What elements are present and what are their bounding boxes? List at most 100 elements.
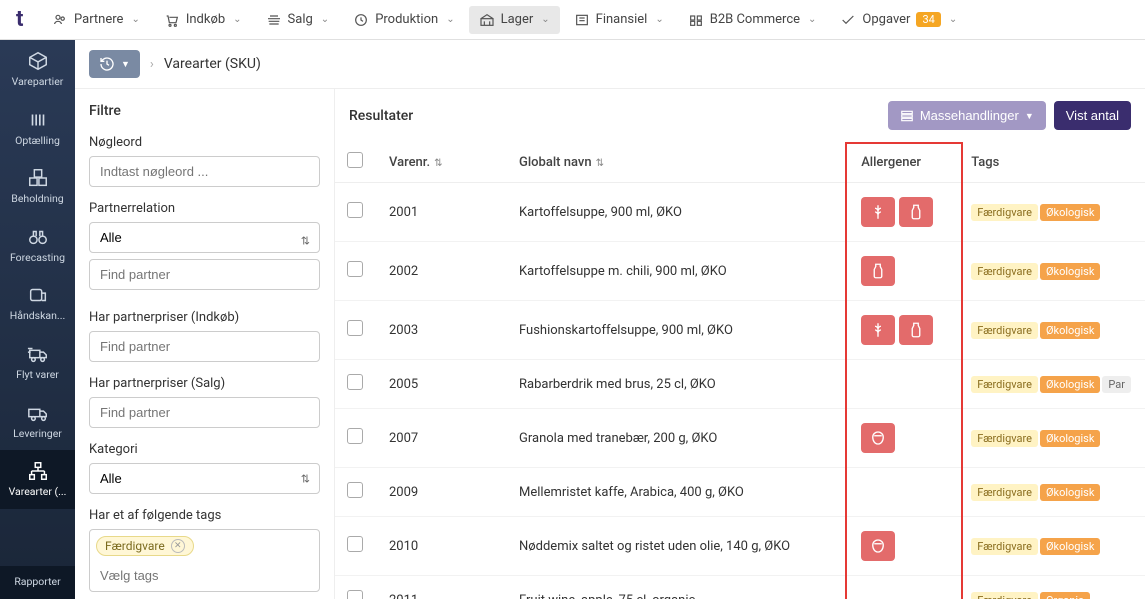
filters-title: Filtre [89,103,320,119]
top-nav: t Partnere⌄Indkøb⌄Salg⌄Produktion⌄Lager⌄… [0,0,1145,40]
cell-allergens [849,517,959,576]
sidebar-item-rapporter[interactable]: Rapporter [0,566,75,599]
chevron-down-icon: ⌄ [233,14,241,25]
cell-name: Fruit wine, apple, 75 cl, organic [507,576,849,599]
tag-pill: Færdigvare [971,204,1038,221]
row-checkbox[interactable] [347,482,363,498]
count-button[interactable]: Vist antal [1054,101,1131,130]
history-icon [99,56,115,72]
truck-fast-icon [27,343,49,365]
tag-pill: Økologisk [1040,263,1100,280]
allergen-nut-icon [861,423,895,453]
sitemap-icon [27,460,49,482]
sidebar-item-varearter-[interactable]: Varearter (... [0,450,75,509]
tag-pill: Par [1102,376,1131,393]
breadcrumb-current: Varearter (SKU) [164,56,261,72]
nav-item-produktion[interactable]: Produktion⌄ [343,6,464,34]
row-checkbox[interactable] [347,590,363,599]
chevron-down-icon: ⌄ [808,14,816,25]
tag-pill: Økologisk [1040,204,1100,221]
sidebar-item-varepartier[interactable]: Varepartier [0,40,75,99]
sidebar-item-flyt-varer[interactable]: Flyt varer [0,333,75,392]
nav-label: Opgaver [862,12,910,27]
tags-input[interactable] [92,562,317,589]
keyword-input[interactable] [89,156,320,187]
keyword-label: Nøgleord [89,135,320,150]
row-checkbox[interactable] [347,202,363,218]
category-select[interactable]: Alle [89,463,320,494]
nav-item-finansiel[interactable]: Finansiel⌄ [564,6,674,34]
sidebar-item-leveringer[interactable]: Leveringer [0,392,75,451]
nav-item-lager[interactable]: Lager⌄ [469,6,560,34]
prices-purchase-input[interactable] [89,331,320,362]
cell-tags: FærdigvareØkologisk [959,409,1145,468]
sidebar-item-h-ndskan-[interactable]: Håndskan... [0,274,75,333]
cell-varenr: 2010 [377,517,507,576]
cell-varenr: 2011 [377,576,507,599]
filters-panel: Filtre Nøgleord Partnerrelation Alle [75,89,335,599]
nav-label: Finansiel [596,12,648,27]
tag-pill: Færdigvare [971,430,1038,447]
nav-icon [840,12,856,28]
col-varenr[interactable]: Varenr.⇅ [377,142,507,183]
nav-item-partnere[interactable]: Partnere⌄ [42,6,150,34]
box-icon [27,50,49,72]
row-checkbox[interactable] [347,320,363,336]
select-all-checkbox[interactable] [347,152,363,168]
sidebar-item-label: Optælling [4,135,71,148]
cell-varenr: 2007 [377,409,507,468]
mass-actions-button[interactable]: Massehandlinger ▼ [888,101,1046,130]
nav-item-b2b-commerce[interactable]: B2B Commerce⌄ [678,6,827,34]
tags-input-container[interactable]: Færdigvare ✕ [89,529,320,592]
partner-relation-search[interactable] [89,259,320,290]
sidebar-item-opt-lling[interactable]: Optælling [0,99,75,158]
cell-varenr: 2001 [377,183,507,242]
table-row: 2001 Kartoffelsuppe, 900 ml, ØKO Færdigv… [335,183,1145,242]
tag-pill: Færdigvare [971,322,1038,339]
history-button[interactable]: ▼ [89,50,140,78]
table-row: 2005 Rabarberdrik med brus, 25 cl, ØKO F… [335,360,1145,409]
cell-tags: FærdigvareØkologisk [959,242,1145,301]
cell-name: Rabarberdrik med brus, 25 cl, ØKO [507,360,849,409]
sidebar-item-beholdning[interactable]: Beholdning [0,157,75,216]
tag-chip-label: Færdigvare [105,539,165,553]
row-checkbox[interactable] [347,374,363,390]
results-table: Varenr.⇅ Globalt navn⇅ Allergener Tags 2… [335,142,1145,599]
cell-allergens [849,468,959,517]
sidebar-item-label: Varearter (... [4,486,71,499]
nav-icon [52,12,68,28]
sidebar-item-label: Varepartier [4,76,71,89]
cell-name: Fushionskartoffelsuppe, 900 ml, ØKO [507,301,849,360]
nav-item-opgaver[interactable]: Opgaver34⌄ [830,6,967,34]
nav-icon [353,12,369,28]
sidebar: Varepartier Optælling BeholdningForecastin… [0,40,75,599]
col-tags[interactable]: Tags [959,142,1145,183]
tags-label: Har et af følgende tags [89,508,320,523]
chevron-down-icon: ⌄ [446,14,454,25]
row-checkbox[interactable] [347,536,363,552]
nav-item-indkøb[interactable]: Indkøb⌄ [154,6,252,34]
row-checkbox[interactable] [347,261,363,277]
prices-sale-input[interactable] [89,397,320,428]
tag-pill: Økologisk [1040,538,1100,555]
allergen-milk-icon [899,315,933,345]
nav-item-salg[interactable]: Salg⌄ [256,6,340,34]
col-allergener[interactable]: Allergener [849,142,959,183]
sidebar-item-forecasting[interactable]: Forecasting [0,216,75,275]
nav-icon [574,12,590,28]
tag-pill: Økologisk [1040,484,1100,501]
allergen-milk-icon [861,256,895,286]
partner-relation-select[interactable]: Alle [89,222,320,253]
results-panel: Resultater Massehandlinger ▼ Vist antal [335,89,1145,599]
truck-icon [27,402,49,424]
tag-pill: Færdigvare [971,538,1038,555]
nav-icon [266,12,282,28]
row-checkbox[interactable] [347,428,363,444]
allergen-wheat-icon [861,315,895,345]
allergen-wheat-icon [861,197,895,227]
col-global-name[interactable]: Globalt navn⇅ [507,142,849,183]
tag-chip-remove-icon[interactable]: ✕ [171,539,185,553]
binoculars-icon [27,226,49,248]
prices-purchase-label: Har partnerpriser (Indkøb) [89,310,320,325]
cell-name: Granola med tranebær, 200 g, ØKO [507,409,849,468]
